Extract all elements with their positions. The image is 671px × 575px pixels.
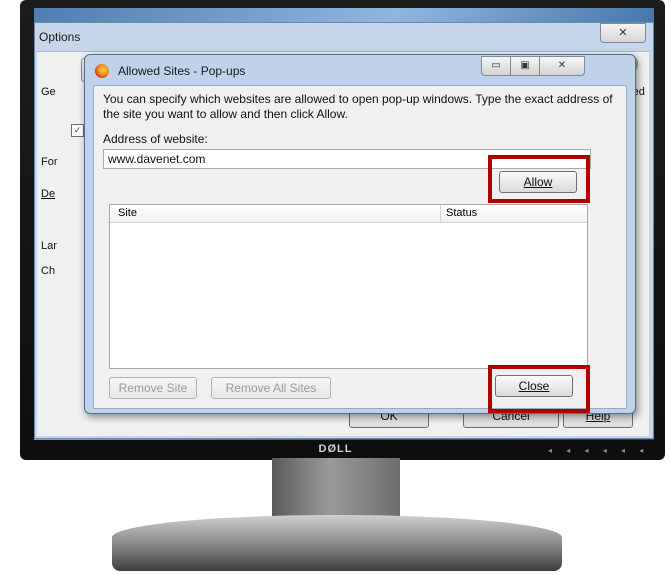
column-divider[interactable] bbox=[440, 205, 441, 222]
status-column-header[interactable]: Status bbox=[446, 207, 477, 219]
allowed-sites-dialog: Allowed Sites - Pop-ups ▭ ▣ ✕ You can sp… bbox=[84, 54, 636, 414]
maximize-button[interactable]: ▣ bbox=[510, 56, 540, 76]
close-button[interactable]: Close bbox=[495, 375, 573, 397]
monitor-button-icons: ◂ ◂ ◂ ◂ ◂ ◂ bbox=[548, 446, 650, 455]
options-close-button[interactable]: ✕ bbox=[600, 23, 646, 43]
allow-button[interactable]: Allow bbox=[499, 171, 577, 193]
options-checkbox[interactable]: ✓ bbox=[71, 124, 84, 137]
fonts-section-label: For bbox=[41, 156, 58, 168]
options-window-title: Options bbox=[39, 30, 81, 44]
remove-all-sites-button[interactable]: Remove All Sites bbox=[211, 377, 331, 399]
site-column-header[interactable]: Site bbox=[118, 207, 137, 219]
firefox-icon bbox=[95, 64, 109, 78]
choose-language-label: Ch bbox=[41, 265, 56, 277]
address-label: Address of website: bbox=[103, 132, 208, 146]
languages-section-label: Lar bbox=[41, 240, 57, 252]
sites-list[interactable]: Site Status bbox=[109, 204, 588, 369]
remove-site-button[interactable]: Remove Site bbox=[109, 377, 197, 399]
default-font-label: De bbox=[41, 188, 56, 200]
dialog-close-icon-button[interactable]: ✕ bbox=[539, 56, 585, 76]
minimize-button[interactable]: ▭ bbox=[481, 56, 511, 76]
options-tab-general-label: Ge bbox=[41, 86, 56, 98]
dialog-title: Allowed Sites - Pop-ups bbox=[118, 64, 246, 78]
dialog-description: You can specify which websites are allow… bbox=[103, 92, 613, 121]
monitor-stand-base bbox=[112, 515, 562, 571]
sites-list-header: Site Status bbox=[110, 205, 587, 223]
